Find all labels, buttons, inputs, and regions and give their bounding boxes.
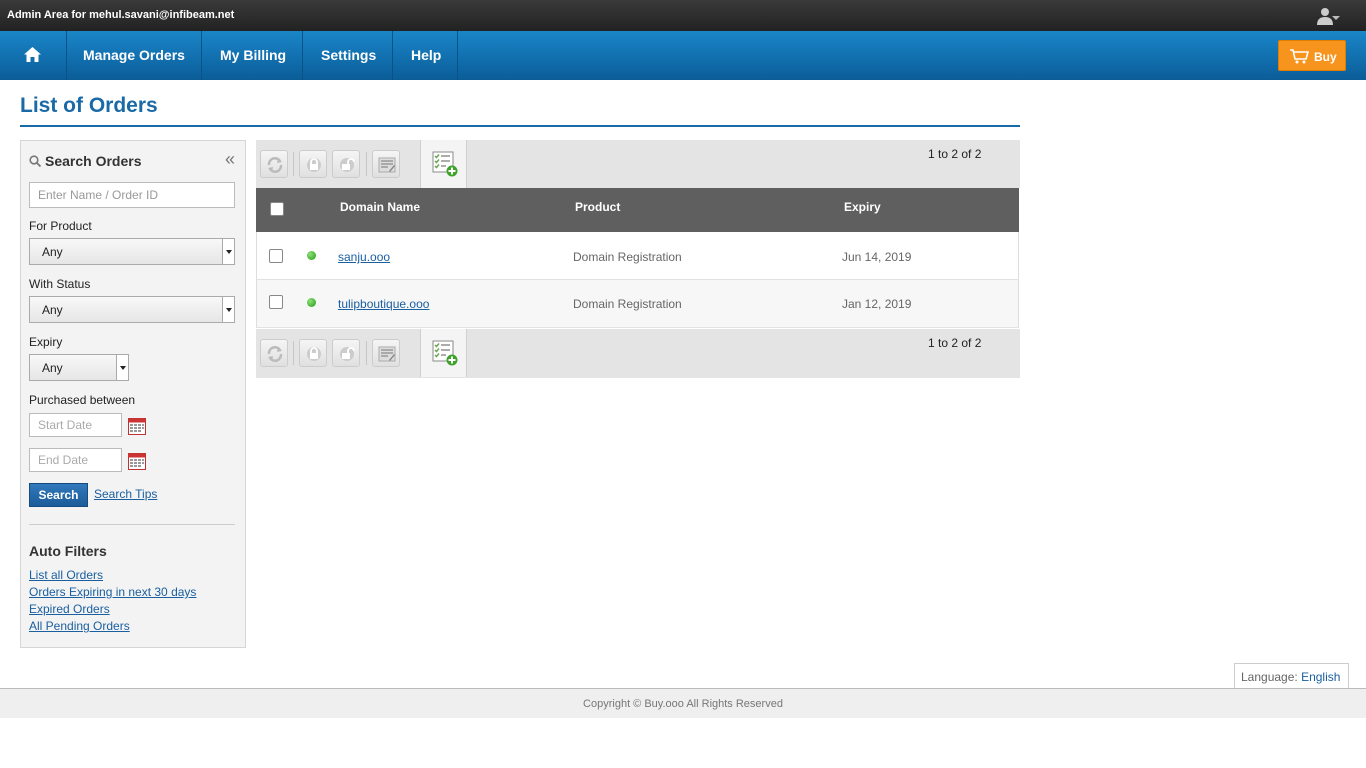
chevron-down-icon — [222, 297, 234, 322]
expiry-select-value: Any — [42, 361, 63, 375]
unlock-button[interactable] — [332, 150, 360, 178]
product-select[interactable]: Any — [29, 238, 235, 265]
language-label: Language: — [1241, 670, 1298, 684]
collapse-sidebar-icon[interactable]: « — [225, 149, 235, 170]
domain-link[interactable]: tulipboutique.ooo — [338, 297, 429, 311]
language-selector[interactable]: Language: English — [1234, 663, 1349, 689]
search-tips-link[interactable]: Search Tips — [94, 487, 157, 501]
status-select[interactable]: Any — [29, 296, 235, 323]
lock-icon — [307, 347, 321, 361]
pagination-info: 1 to 2 of 2 — [928, 336, 982, 350]
title-divider — [20, 125, 1020, 127]
main-nav: Manage Orders My Billing Settings Help B… — [0, 31, 1366, 80]
admin-area-label: Admin Area for mehul.savani@infibeam.net — [7, 9, 235, 21]
status-active-icon — [307, 251, 316, 260]
add-list-icon — [432, 340, 458, 366]
toolbar-divider — [293, 341, 294, 365]
expiry-cell: Jan 12, 2019 — [842, 297, 912, 311]
column-product[interactable]: Product — [575, 200, 620, 214]
nav-my-billing[interactable]: My Billing — [204, 31, 304, 80]
row-checkbox[interactable] — [269, 295, 283, 309]
refresh-icon — [267, 157, 283, 173]
orders-panel: 1 to 2 of 2 Domain Name Product Expiry s… — [256, 140, 1020, 378]
filter-expired-orders[interactable]: Expired Orders — [29, 601, 196, 618]
user-menu-chevron-icon[interactable] — [1332, 16, 1340, 20]
refresh-button[interactable] — [260, 150, 288, 178]
edit-list-icon — [378, 157, 396, 173]
filter-list-all-orders[interactable]: List all Orders — [29, 567, 196, 584]
start-date-input[interactable] — [29, 413, 122, 437]
table-row: sanju.ooo Domain Registration Jun 14, 20… — [256, 232, 1019, 280]
auto-filters-heading: Auto Filters — [29, 543, 107, 559]
table-header: Domain Name Product Expiry — [256, 188, 1019, 232]
top-toolbar: 1 to 2 of 2 — [256, 140, 1020, 188]
language-value: English — [1301, 670, 1341, 684]
pagination-info: 1 to 2 of 2 — [928, 147, 982, 161]
unlock-button[interactable] — [332, 339, 360, 367]
lock-icon — [307, 158, 321, 172]
lock-button[interactable] — [299, 339, 327, 367]
select-all-checkbox[interactable] — [270, 202, 284, 216]
name-order-id-input[interactable] — [29, 182, 235, 208]
filter-expiring-30-days[interactable]: Orders Expiring in next 30 days — [29, 584, 196, 601]
product-cell: Domain Registration — [573, 297, 682, 311]
product-select-value: Any — [42, 245, 63, 259]
nav-manage-orders[interactable]: Manage Orders — [67, 31, 202, 80]
edit-button[interactable] — [372, 150, 400, 178]
add-order-button[interactable] — [420, 329, 467, 377]
search-button[interactable]: Search — [29, 483, 88, 507]
purchased-between-label: Purchased between — [29, 393, 136, 407]
lock-button[interactable] — [299, 150, 327, 178]
toolbar-divider — [366, 341, 367, 365]
expiry-select[interactable]: Any — [29, 354, 129, 381]
status-select-value: Any — [42, 303, 63, 317]
table-row: tulipboutique.ooo Domain Registration Ja… — [256, 280, 1019, 328]
auto-filters-list: List all Orders Orders Expiring in next … — [29, 567, 196, 635]
status-active-icon — [307, 298, 316, 307]
calendar-icon[interactable] — [128, 452, 146, 470]
with-status-label: With Status — [29, 277, 91, 291]
top-bar: Admin Area for mehul.savani@infibeam.net — [0, 0, 1366, 31]
footer: Copyright © Buy.ooo All Rights Reserved — [0, 688, 1366, 718]
cart-icon — [1290, 49, 1310, 64]
buy-button[interactable]: Buy — [1278, 40, 1346, 71]
nav-settings[interactable]: Settings — [305, 31, 394, 80]
end-date-input[interactable] — [29, 448, 122, 472]
chevron-down-icon — [222, 239, 234, 264]
expiry-label: Expiry — [29, 335, 63, 349]
column-expiry[interactable]: Expiry — [844, 200, 881, 214]
filter-pending-orders[interactable]: All Pending Orders — [29, 618, 196, 635]
toolbar-divider — [293, 152, 294, 176]
edit-list-icon — [378, 346, 396, 362]
chevron-down-icon — [116, 355, 128, 380]
add-list-icon — [432, 151, 458, 177]
copyright-text: Copyright © Buy.ooo All Rights Reserved — [583, 698, 783, 710]
nav-home-button[interactable] — [0, 31, 67, 80]
search-orders-title: Search Orders — [45, 153, 142, 169]
refresh-icon — [267, 346, 283, 362]
search-icon — [29, 155, 42, 168]
calendar-icon[interactable] — [128, 417, 146, 435]
unlock-icon — [340, 347, 355, 361]
home-icon — [24, 47, 41, 62]
refresh-button[interactable] — [260, 339, 288, 367]
edit-button[interactable] — [372, 339, 400, 367]
buy-label: Buy — [1314, 50, 1337, 64]
sidebar-divider — [29, 524, 235, 525]
unlock-icon — [340, 158, 355, 172]
toolbar-divider — [366, 152, 367, 176]
domain-link[interactable]: sanju.ooo — [338, 250, 390, 264]
nav-help[interactable]: Help — [395, 31, 459, 80]
column-domain-name[interactable]: Domain Name — [340, 200, 420, 214]
row-checkbox[interactable] — [269, 249, 283, 263]
bottom-toolbar: 1 to 2 of 2 — [256, 329, 1020, 378]
product-cell: Domain Registration — [573, 250, 682, 264]
search-sidebar: Search Orders « For Product Any With Sta… — [20, 140, 246, 648]
page-title: List of Orders — [20, 94, 158, 117]
add-order-button[interactable] — [420, 140, 467, 188]
search-orders-heading: Search Orders — [29, 153, 142, 169]
for-product-label: For Product — [29, 219, 92, 233]
expiry-cell: Jun 14, 2019 — [842, 250, 912, 264]
